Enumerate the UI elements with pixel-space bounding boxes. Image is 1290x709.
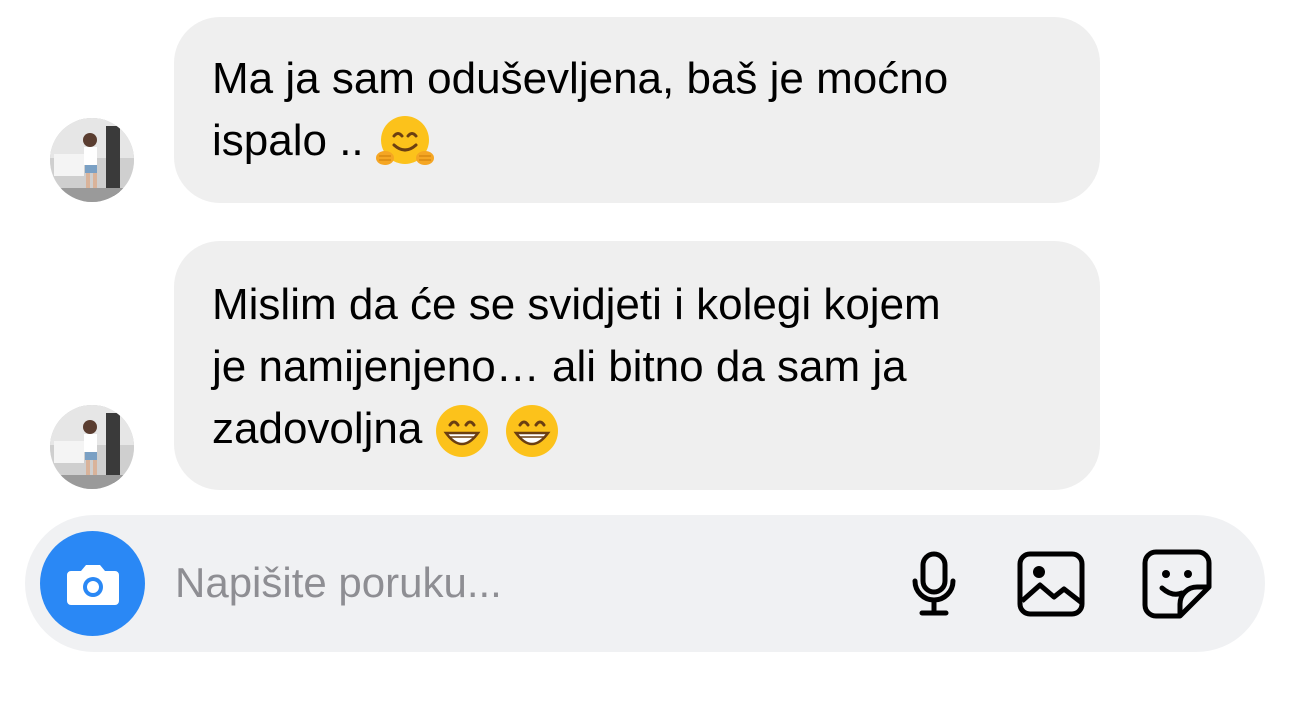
message-line-with-emoji: zadovoljna bbox=[212, 398, 1060, 461]
voice-message-button[interactable] bbox=[898, 548, 970, 620]
message-bubble[interactable]: Mislim da će se svidjeti i kolegi kojem … bbox=[174, 241, 1100, 490]
sender-avatar[interactable] bbox=[50, 405, 134, 489]
message-composer bbox=[25, 515, 1265, 652]
camera-button[interactable] bbox=[40, 531, 145, 636]
message-input[interactable] bbox=[175, 553, 875, 613]
sticker-button[interactable] bbox=[1141, 548, 1213, 620]
avatar-photo bbox=[50, 118, 134, 202]
message-line-with-emoji: ispalo .. bbox=[212, 110, 1060, 174]
sender-avatar[interactable] bbox=[50, 118, 134, 202]
chat-screen: Ma ja sam oduševljena, baš je moćno ispa… bbox=[0, 0, 1290, 709]
camera-icon bbox=[66, 564, 119, 605]
sticker-icon bbox=[1142, 549, 1212, 619]
grinning-face-emoji bbox=[432, 401, 492, 461]
grinning-face-emoji bbox=[502, 401, 562, 461]
avatar-photo bbox=[50, 405, 134, 489]
message-line: je namijenjeno… ali bitno da sam ja bbox=[212, 342, 907, 391]
message-line: ispalo .. bbox=[212, 116, 364, 165]
gallery-button[interactable] bbox=[1015, 548, 1087, 620]
message-line: Mislim da će se svidjeti i kolegi kojem bbox=[212, 280, 941, 329]
microphone-icon bbox=[912, 551, 956, 616]
image-icon bbox=[1017, 551, 1085, 617]
message-bubble[interactable]: Ma ja sam oduševljena, baš je moćno ispa… bbox=[174, 17, 1100, 203]
message-line: zadovoljna bbox=[212, 404, 423, 453]
message-line: Ma ja sam oduševljena, baš je moćno bbox=[212, 54, 949, 103]
hugging-face-emoji bbox=[374, 112, 436, 174]
